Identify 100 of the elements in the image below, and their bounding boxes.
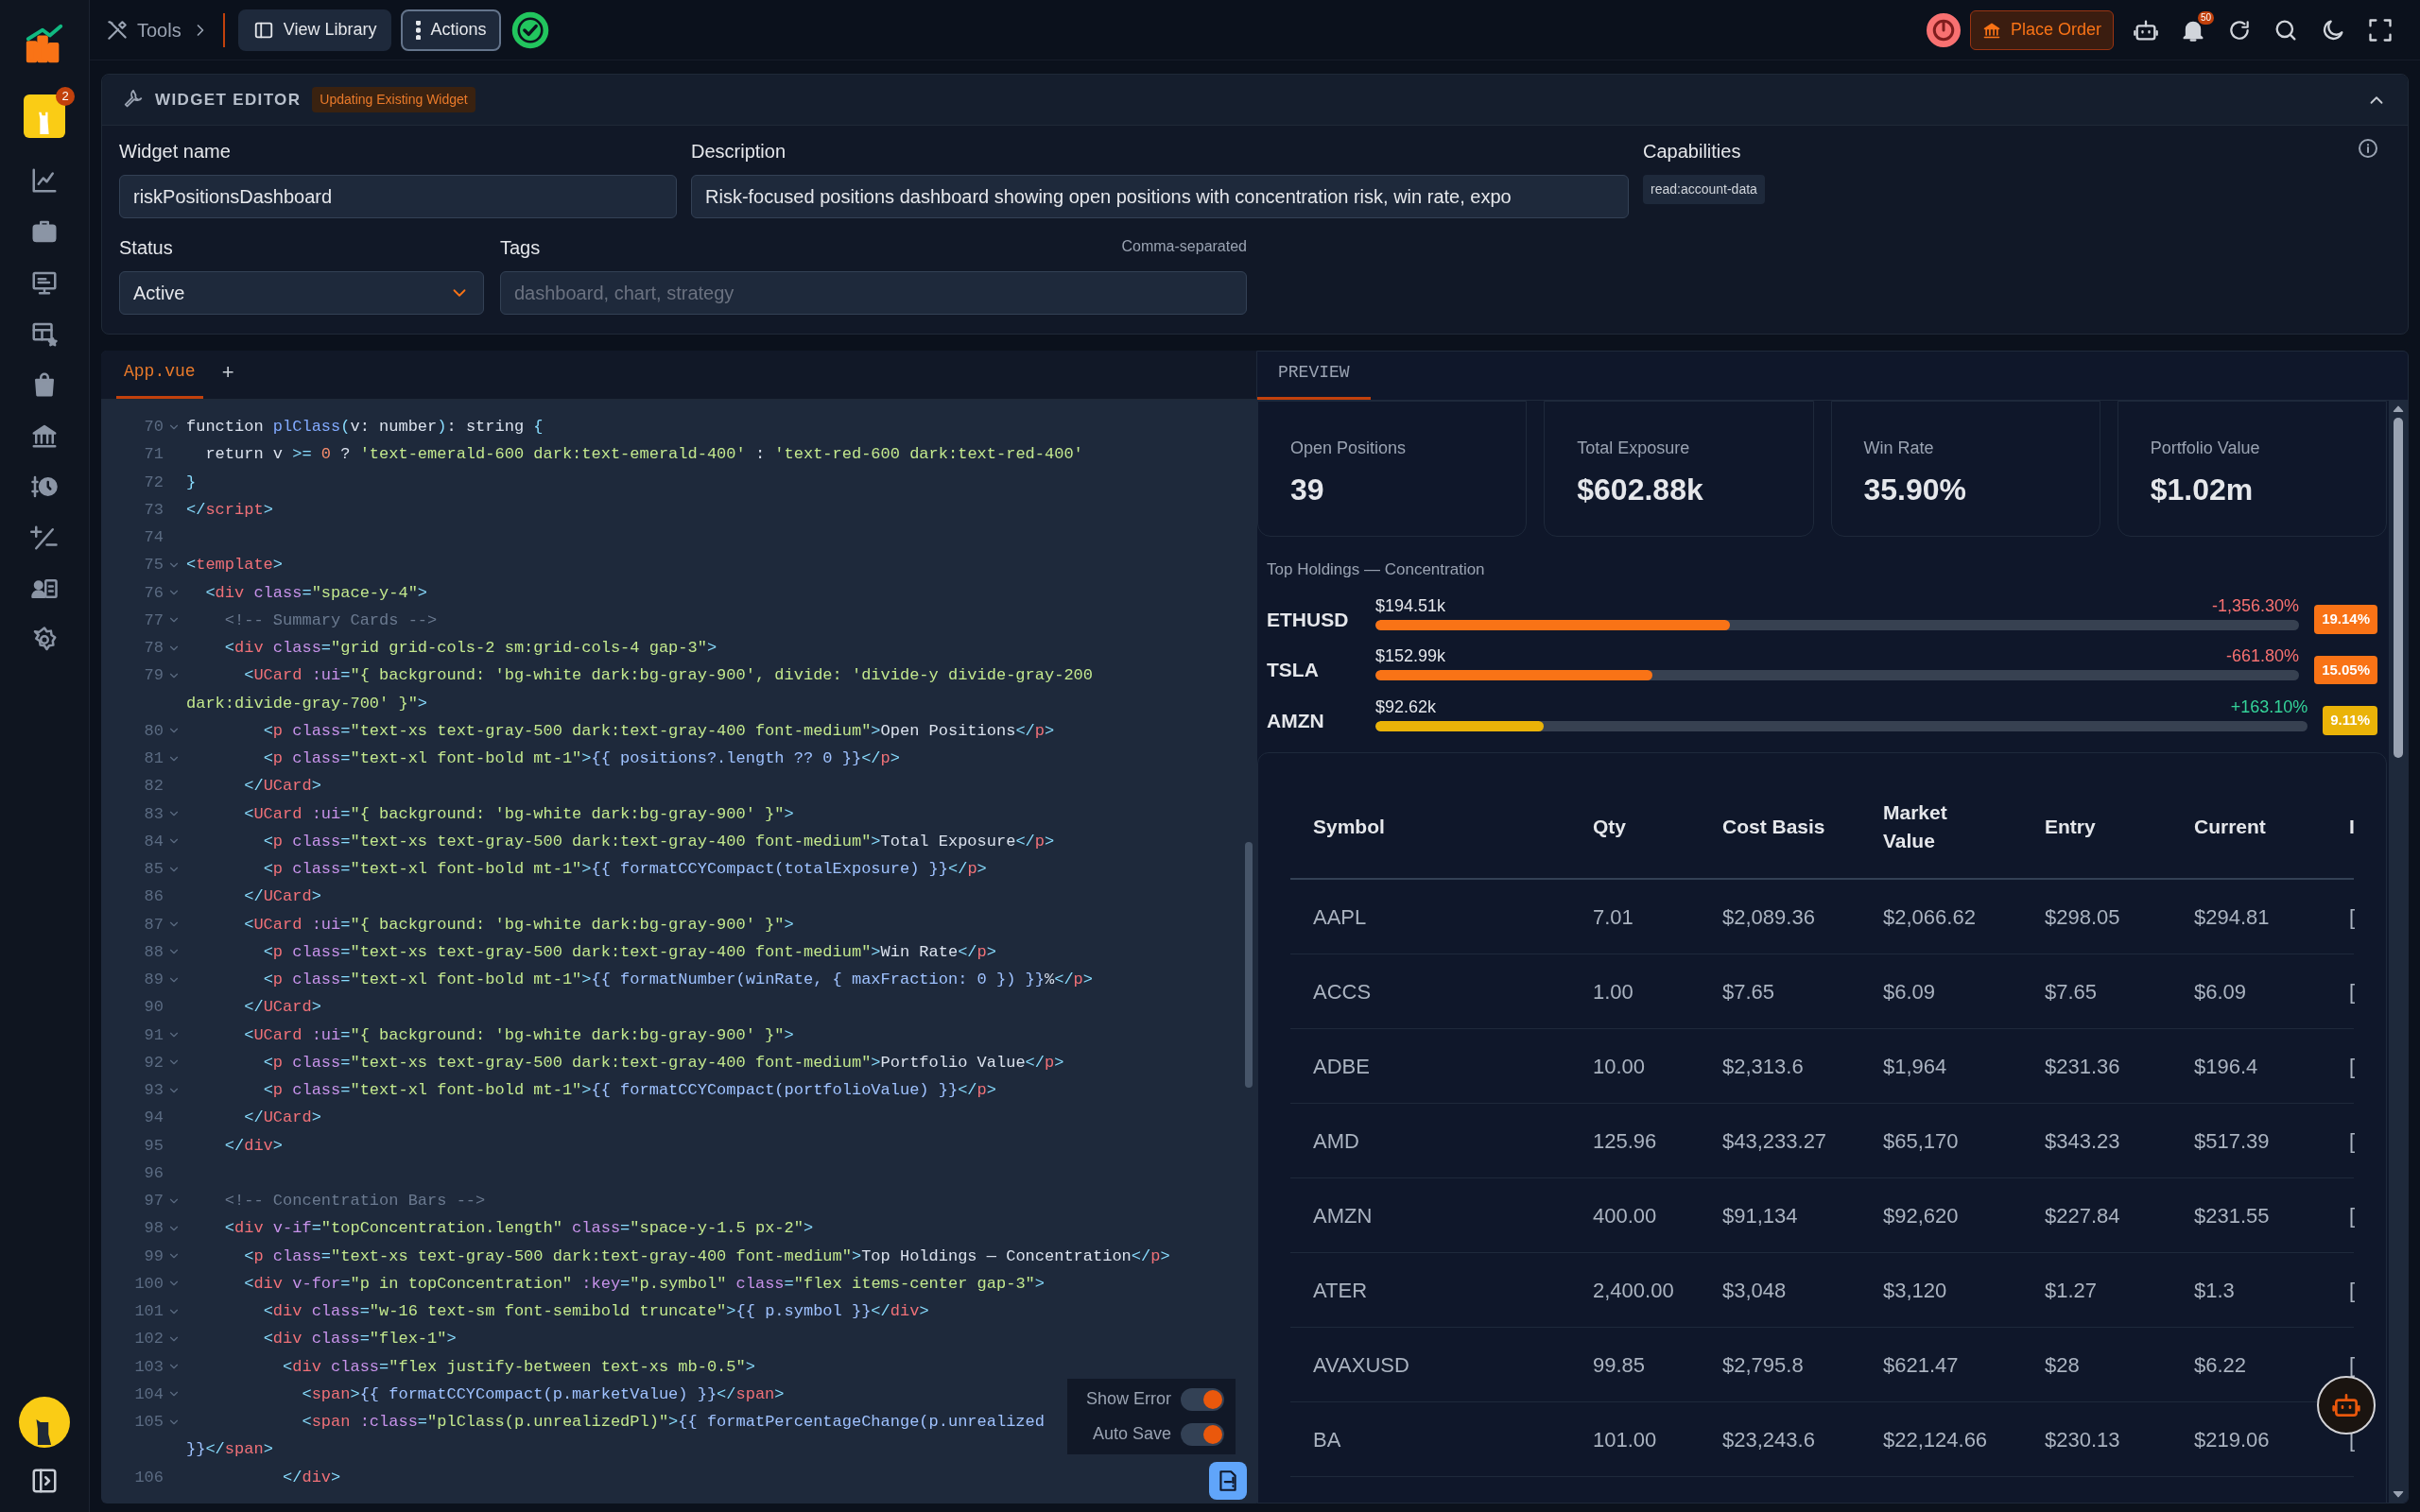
code-line: <div class="grid grid-cols-2 sm:grid-cols-4 gap-3">	[223, 638, 717, 659]
code-line: <p class="text-xs text-gray-500 dark:text-gray-400 font-medium">Open Positions</p>	[262, 720, 1055, 742]
table-cell-text: [	[2349, 903, 2356, 931]
column-header: Qty	[1593, 815, 1626, 839]
check-circle-icon[interactable]	[510, 9, 551, 50]
table-cell-text: [	[2349, 1277, 2356, 1304]
toggle-switch[interactable]	[1181, 1387, 1224, 1411]
scrollbar-thumb[interactable]	[1245, 842, 1253, 1088]
code-line: <div class="flex-1">	[262, 1329, 457, 1350]
table-cell-text: AMD	[1313, 1127, 1360, 1155]
vertical-dots-icon	[416, 20, 422, 40]
status-badge: Updating Existing Widget	[312, 87, 475, 112]
code-line: </div>	[223, 1135, 284, 1157]
table-cell-text: $196.4	[2194, 1053, 2259, 1080]
code-line: </script>	[186, 499, 273, 521]
stat-value: $1.02m	[2150, 472, 2255, 508]
code-line: <div class="flex justify-between text-xs mb-0.5">	[282, 1356, 755, 1378]
table-cell-text: $28	[2045, 1351, 2081, 1379]
table-cell-text: AVAXUSD	[1313, 1351, 1410, 1379]
code-line: <template>	[186, 555, 284, 576]
table-cell-text: ACCS	[1313, 978, 1373, 1005]
code-line: <p class="text-xs text-gray-500 dark:text-gray-400 font-medium">Total Exposure</p>	[262, 831, 1055, 852]
holding-symbol: ETHUSD	[1267, 607, 1350, 632]
table-cell-text: 99.85	[1593, 1351, 1647, 1379]
line-number: 97	[144, 1191, 164, 1211]
table-cell-text: [	[2349, 1127, 2356, 1155]
table-cell-text: $1.3	[2194, 1277, 2236, 1304]
line-number: 94	[144, 1108, 164, 1129]
table-cell-text: $2,066.62	[1883, 903, 1977, 931]
field-label: Tags	[500, 236, 541, 260]
table-cell-text: 101.00	[1593, 1426, 1658, 1453]
code-line: <p class="text-xs text-gray-500 dark:text-gray-400 font-medium">Win Rate</p>	[262, 941, 996, 963]
widget-name-field[interactable]: riskPositionsDashboard	[119, 175, 677, 218]
line-number: 77	[144, 610, 164, 631]
place-order-button[interactable]: Place Order	[1969, 9, 2114, 50]
holding-value: $92.62k	[1375, 696, 1437, 717]
table-cell-text: $1.27	[2045, 1277, 2099, 1304]
code-line: <div class="space-y-4">	[204, 582, 428, 604]
table-cell-text: $43,233.27	[1722, 1127, 1828, 1155]
code-line: return v >= 0 ? 'text-emerald-600 dark:text-emerald-400' : 'text-red-600 dark:text-red-400'	[204, 444, 1083, 466]
column-header: Market Value	[1883, 800, 1948, 853]
code-line: }}</span>	[186, 1439, 273, 1461]
stat-label: Open Positions	[1290, 438, 1408, 459]
table-cell-text: [	[2349, 1351, 2356, 1379]
code-line: <UCard :ui="{ background: 'bg-white dark:bg-gray-900' }">	[243, 803, 794, 825]
capability-tag: read:account-data	[1643, 175, 1765, 204]
line-number: 92	[144, 1052, 164, 1074]
user-avatar[interactable]	[19, 1397, 70, 1448]
report-button[interactable]	[1209, 1462, 1247, 1500]
code-line: <UCard :ui="{ background: 'bg-white dark:bg-gray-900' }">	[243, 914, 794, 936]
plus-minus-icon[interactable]	[30, 524, 59, 552]
table-cell-text: $343.23	[2045, 1127, 2121, 1155]
holding-value: $152.99k	[1375, 645, 1446, 667]
toggle-label: Auto Save	[1092, 1423, 1171, 1445]
table-cell-text: $23,243.6	[1722, 1426, 1816, 1453]
table-cell-text: AAPL	[1313, 903, 1368, 931]
scrollbar-thumb[interactable]	[2394, 418, 2403, 758]
table-cell-text: $231.36	[2045, 1053, 2121, 1080]
file-tab[interactable]: App.vue	[116, 359, 203, 399]
stop-circle-icon[interactable]	[1926, 12, 1961, 47]
sidebar-toggle-icon[interactable]	[30, 1467, 59, 1495]
holding-change: +163.10%	[2230, 696, 2308, 717]
fullscreen-icon[interactable]	[2367, 16, 2394, 43]
table-cell-text: $6.09	[1883, 978, 1937, 1005]
chart-icon[interactable]	[30, 166, 59, 195]
table-cell-text: 400.00	[1593, 1202, 1658, 1229]
line-number: 80	[144, 720, 164, 742]
code-line: </UCard>	[243, 1108, 321, 1129]
view-library-button[interactable]: View Library	[237, 9, 392, 51]
toggle-switch[interactable]	[1181, 1422, 1224, 1446]
share-badge: 9.11%	[2323, 706, 2377, 735]
stat-value: 35.90%	[1863, 472, 1968, 508]
code-line: <span :class="plClass(p.unrealizedPl)">{{ formatPercentageChange(p.unrealized	[301, 1412, 1045, 1433]
line-number: 99	[144, 1246, 164, 1267]
table-cell-text: $65,170	[1883, 1127, 1960, 1155]
table-cell-text: $3,048	[1722, 1277, 1788, 1304]
line-number: 82	[144, 776, 164, 798]
status-dropdown[interactable]: Active	[119, 271, 484, 315]
field-hint: Comma-separated	[1121, 237, 1247, 256]
column-header: Current	[2194, 815, 2266, 839]
line-number: 76	[144, 582, 164, 604]
line-number: 85	[144, 859, 164, 880]
table-cell-text: 1.00	[1593, 978, 1634, 1005]
code-line: <p class="text-xl font-bold mt-1">{{ formatNumber(winRate, { maxFraction: 0 }) }}%</p>	[262, 970, 1093, 990]
code-line: }	[186, 472, 197, 493]
add-tab-button[interactable]: +	[221, 356, 234, 399]
tools-breadcrumb[interactable]: Tools	[101, 15, 185, 44]
tags-field[interactable]: dashboard, chart, strategy	[500, 271, 1247, 315]
code-line: </UCard>	[243, 886, 321, 908]
table-cell-text: $22,124.66	[1883, 1426, 1989, 1453]
table-cell-text: $1,964	[1883, 1053, 1948, 1080]
line-number: 75	[144, 555, 164, 576]
panel-title: WIDGET EDITOR	[155, 89, 302, 111]
code-line: <p class="text-xl font-bold mt-1">{{ positions?.length ?? 0 }}</p>	[262, 748, 900, 769]
code-line: <p class="text-xs text-gray-500 dark:text-gray-400 font-medium">Portfolio Value</p>	[262, 1052, 1064, 1074]
actions-button[interactable]: Actions	[401, 9, 502, 51]
info-icon[interactable]	[2357, 137, 2379, 160]
description-field[interactable]: Risk-focused positions dashboard showing open positions with concentration risk, win rate, expo	[691, 175, 1629, 218]
line-number: 73	[144, 499, 164, 521]
line-number: 88	[144, 941, 164, 963]
